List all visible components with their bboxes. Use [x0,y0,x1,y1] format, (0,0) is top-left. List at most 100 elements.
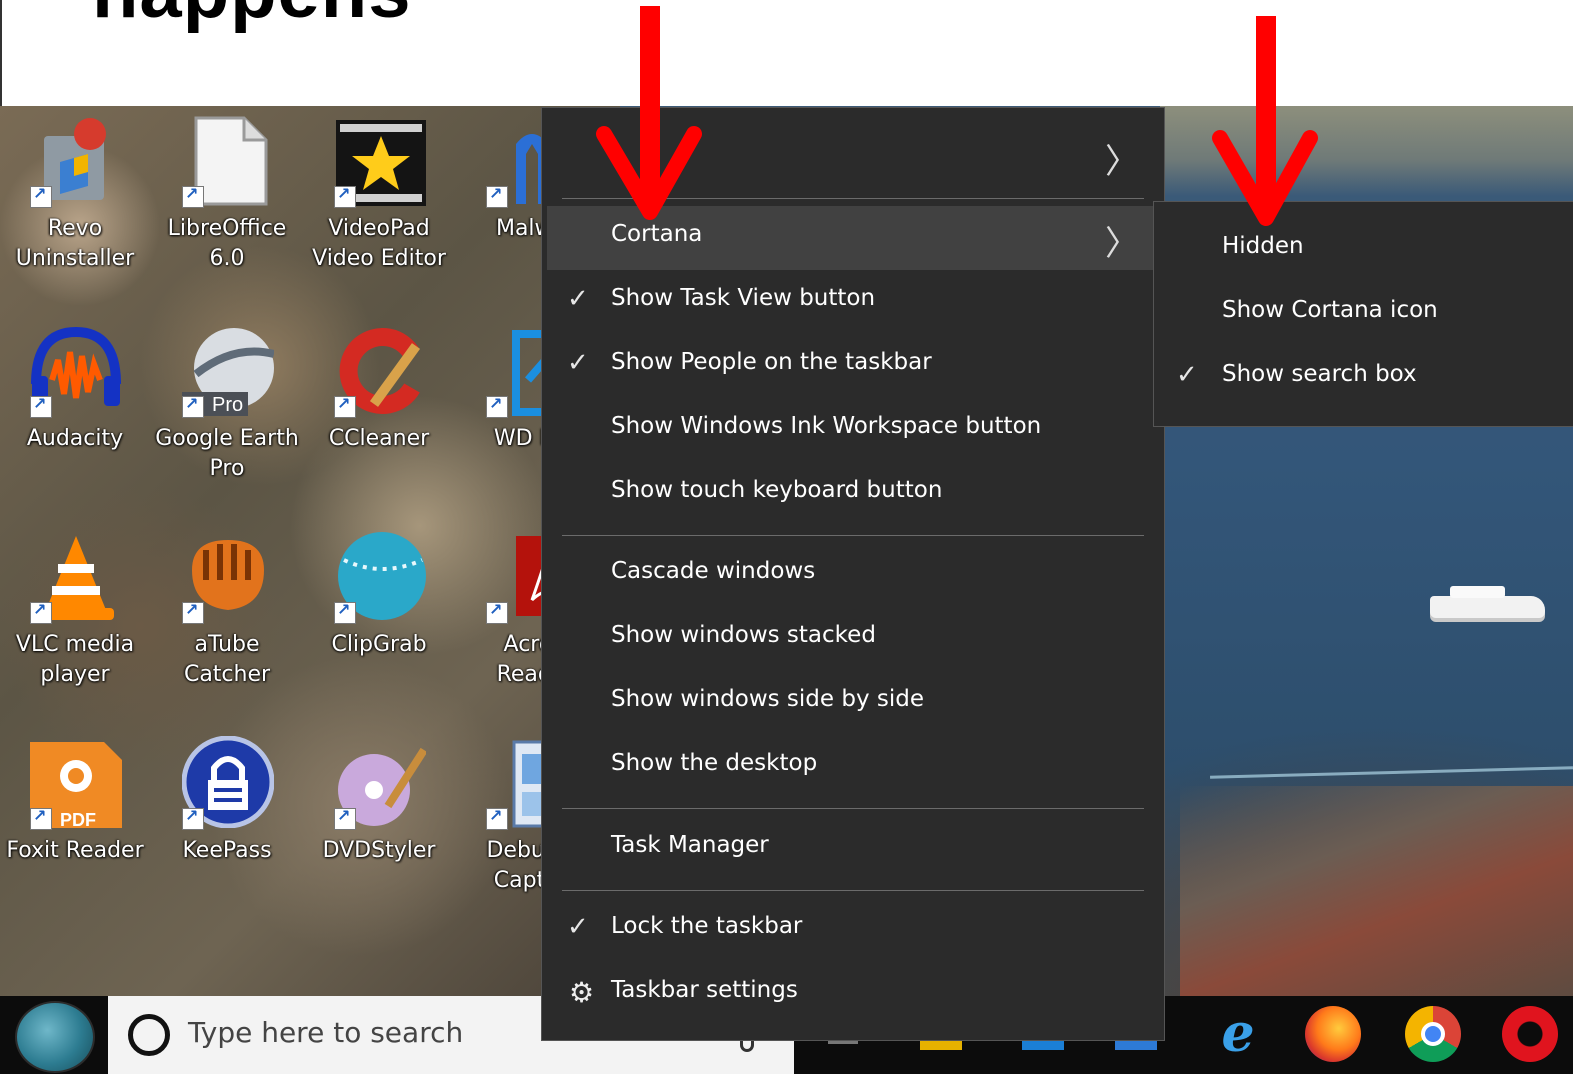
atube-catcher-icon [182,530,274,624]
desktop-icon-google-earth-pro[interactable]: Pro Google Earth Pro [152,316,302,516]
desktop-icon-ccleaner[interactable]: CCleaner [304,316,454,516]
menu-item-windows-stacked[interactable]: Show windows stacked [547,607,1161,671]
menu-separator [562,808,1144,809]
menu-item-show-people[interactable]: ✓ Show People on the taskbar [547,334,1161,398]
vlc-icon [30,530,122,624]
desktop-icon-foxit-reader[interactable]: PDF Foxit Reader [0,728,150,928]
submenu-item-show-cortana-icon[interactable]: Show Cortana icon [1154,282,1573,346]
shortcut-arrow-icon [486,600,508,624]
desktop-icon-audacity[interactable]: Audacity [0,316,150,516]
menu-item-label: Show the desktop [611,750,818,776]
search-placeholder: Type here to search [188,1016,464,1049]
desktop-icon-keepass[interactable]: KeePass [152,728,302,928]
file-explorer-icon[interactable] [920,1040,962,1050]
desktop-icon-videopad[interactable]: VideoPad Video Editor [304,106,454,306]
google-earth-pro-icon: Pro [182,324,275,418]
ccleaner-icon [334,324,426,418]
audacity-icon [30,324,122,418]
menu-item-label: Cascade windows [611,558,816,584]
cortana-circle-icon [128,1014,170,1056]
edge-icon[interactable] [1022,1040,1064,1050]
taskbar-context-menu: s 〉 Cortana 〉 ✓ Show Task View button ✓ … [541,107,1165,1041]
shortcut-arrow-icon [334,184,356,208]
desktop-icon-label: Revo Uninstaller [15,216,135,271]
opera-icon[interactable] [1502,1006,1558,1062]
menu-item-show-task-view[interactable]: ✓ Show Task View button [547,270,1161,334]
submenu-item-label: Show search box [1222,361,1417,387]
menu-item-label: Show People on the taskbar [611,349,932,375]
shortcut-arrow-icon [334,600,356,624]
menu-item-label: Task Manager [611,832,769,858]
menu-item-label: Show touch keyboard button [611,477,943,503]
banner-title: happens [92,0,412,35]
shortcut-arrow-icon [182,806,204,830]
desktop-icon-clipgrab[interactable]: ClipGrab [304,522,454,722]
submenu-item-label: Show Cortana icon [1222,297,1438,323]
internet-explorer-icon[interactable]: e [1210,1006,1266,1062]
shortcut-arrow-icon [334,806,356,830]
submenu-arrow-icon: 〉 [1105,142,1139,182]
desktop-icon-label: ClipGrab [331,632,427,657]
menu-item-label: Taskbar settings [611,977,798,1003]
submenu-item-show-search-box[interactable]: ✓ Show search box [1154,346,1573,410]
shortcut-arrow-icon [486,184,508,208]
wallpaper-beach [1180,786,1573,996]
checkmark-icon: ✓ [567,348,589,378]
menu-separator [562,535,1144,536]
menu-item-label: Show Task View button [611,285,876,311]
desktop-icon-libreoffice[interactable]: LibreOffice 6.0 [152,106,302,306]
menu-item-label: Show Windows Ink Workspace button [611,413,1042,439]
menu-item-label: Show windows side by side [611,686,925,712]
chrome-icon[interactable] [1405,1006,1461,1062]
revo-uninstaller-icon [30,114,122,208]
dvdstyler-icon [334,736,428,830]
menu-item-cascade-windows[interactable]: Cascade windows [547,543,1161,607]
google-earth-pro-badge: Pro [212,394,243,416]
shortcut-arrow-icon [30,600,52,624]
checkmark-icon: ✓ [567,284,589,314]
desktop-icon-dvdstyler[interactable]: DVDStyler [304,728,454,928]
menu-item-show-touch-keyboard[interactable]: Show touch keyboard button [547,462,1161,526]
menu-item-show-desktop[interactable]: Show the desktop [547,735,1161,799]
menu-item-label: Show windows stacked [611,622,876,648]
shortcut-arrow-icon [486,394,508,418]
submenu-arrow-icon: 〉 [1105,224,1139,264]
menu-item-windows-side-by-side[interactable]: Show windows side by side [547,671,1161,735]
shortcut-arrow-icon [30,184,52,208]
clipgrab-icon [334,530,426,624]
menu-separator [562,890,1144,891]
desktop-icon-label: KeePass [182,838,272,863]
shortcut-arrow-icon [30,394,52,418]
shortcut-arrow-icon [182,600,204,624]
menu-item-lock-taskbar[interactable]: ✓ Lock the taskbar [547,898,1161,962]
firefox-icon[interactable] [1305,1006,1361,1062]
foxit-reader-badge: PDF [60,810,96,828]
desktop-icon-revo-uninstaller[interactable]: Revo Uninstaller [0,106,150,306]
desktop-icon-atube-catcher[interactable]: aTube Catcher [152,522,302,722]
start-button[interactable] [15,1001,95,1073]
checkmark-icon: ✓ [567,912,589,942]
desktop-icon-label: CCleaner [328,426,430,451]
videopad-icon [334,114,426,208]
shortcut-arrow-icon [30,806,52,830]
shortcut-arrow-icon [334,394,356,418]
slide-banner: happens [0,0,1573,106]
checkmark-icon: ✓ [1176,360,1198,390]
foxit-reader-icon: PDF [30,736,124,832]
libreoffice-icon [182,114,274,208]
desktop-icon-label: VideoPad Video Editor [312,216,446,271]
menu-item-show-ink-workspace[interactable]: Show Windows Ink Workspace button [547,398,1161,462]
menu-item-task-manager[interactable]: Task Manager [547,817,1161,881]
desktop-icon-vlc[interactable]: VLC media player [0,522,150,722]
annotation-arrow-cortana [596,6,702,220]
menu-item-label: Lock the taskbar [611,913,803,939]
desktop-icon-label: Audacity [26,426,124,451]
store-icon[interactable] [1115,1040,1157,1050]
wallpaper-boat-wake [1210,766,1573,779]
menu-item-taskbar-settings[interactable]: ⚙ Taskbar settings [547,962,1161,1026]
shortcut-arrow-icon [182,394,204,418]
gear-icon: ⚙ [569,976,595,1009]
desktop-icon-label: Google Earth Pro [155,426,299,481]
desktop-icon-label: aTube Catcher [183,632,271,687]
banner-edge [0,0,2,106]
